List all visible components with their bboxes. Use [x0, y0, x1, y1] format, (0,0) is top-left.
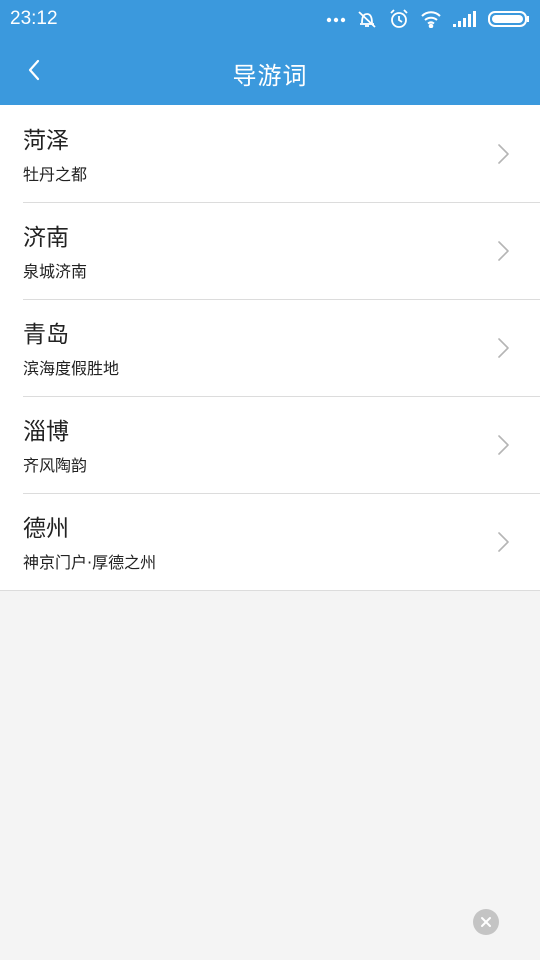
item-title: 济南: [23, 225, 69, 251]
list-item[interactable]: 菏泽 牡丹之都: [0, 105, 540, 202]
item-subtitle: 泉城济南: [23, 262, 88, 281]
wifi-icon: [420, 10, 442, 28]
screen: 23:12 导游词 菏泽 牡丹之都 济南 泉城济南 青岛 滨海度假胜地 淄博 齐…: [0, 0, 540, 960]
battery-icon: [488, 10, 530, 28]
close-button[interactable]: [473, 909, 499, 935]
item-subtitle: 牡丹之都: [23, 165, 88, 184]
list-item[interactable]: 德州 神京门户·厚德之州: [0, 493, 540, 590]
alarm-icon: [388, 8, 410, 30]
city-list: 菏泽 牡丹之都 济南 泉城济南 青岛 滨海度假胜地 淄博 齐风陶韵 德州 神京门…: [0, 105, 540, 591]
item-title: 德州: [23, 516, 69, 542]
chevron-right-icon: [496, 239, 510, 263]
vibrate-icon: [356, 8, 378, 30]
chevron-right-icon: [496, 142, 510, 166]
status-bar: 23:12: [0, 0, 540, 38]
header: 导游词: [0, 38, 540, 105]
list-item[interactable]: 济南 泉城济南: [0, 202, 540, 299]
item-subtitle: 神京门户·厚德之州: [23, 553, 157, 572]
item-subtitle: 齐风陶韵: [23, 456, 88, 475]
page-title: 导游词: [232, 62, 308, 90]
status-icons: [326, 8, 530, 30]
more-dots-icon: [326, 15, 346, 23]
item-title: 菏泽: [23, 128, 69, 154]
chevron-right-icon: [496, 336, 510, 360]
chevron-right-icon: [496, 433, 510, 457]
close-icon: [480, 913, 492, 932]
list-item[interactable]: 青岛 滨海度假胜地: [0, 299, 540, 396]
status-time: 23:12: [10, 8, 58, 29]
signal-icon: [452, 10, 478, 28]
item-title: 青岛: [23, 322, 69, 348]
list-item[interactable]: 淄博 齐风陶韵: [0, 396, 540, 493]
item-subtitle: 滨海度假胜地: [23, 359, 120, 378]
item-title: 淄博: [23, 419, 69, 445]
chevron-right-icon: [496, 530, 510, 554]
